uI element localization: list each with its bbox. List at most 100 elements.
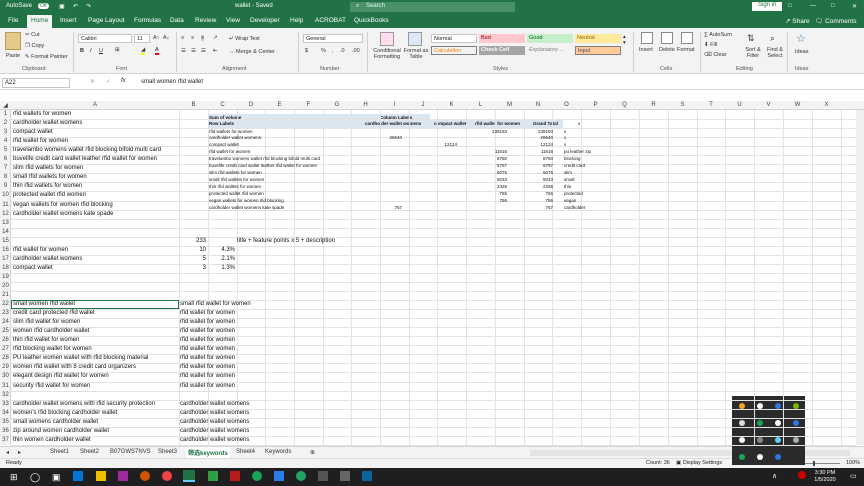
pivot-row-label[interactable]: rfid wallets for women [209,129,253,135]
increase-decimal-icon[interactable]: .0 [340,48,345,54]
sheet-nav-next-icon[interactable]: ▸ [18,449,21,456]
tray-icon[interactable] [793,437,799,443]
style-input[interactable]: Input [575,46,621,55]
delete-cells-button[interactable]: Delete [659,47,675,53]
cell-keyword-group[interactable]: small rfid wallet for women [180,301,251,308]
row-header[interactable]: 10 [0,192,11,198]
pivot-value[interactable]: 26540 [366,135,402,141]
tab-file[interactable]: File [8,17,18,24]
clock-date[interactable]: 1/5/2020 [810,477,840,483]
app-icon-4[interactable] [208,471,218,481]
align-bottom-icon[interactable]: ≡ [201,35,205,41]
cell-keyword-group[interactable]: rfid wallet for women [180,364,235,371]
sheet-nav-prev-icon[interactable]: ◂ [6,449,9,456]
name-box[interactable]: A22 [2,78,70,88]
cell-keyword-group[interactable]: rfid wallet for women [180,310,235,317]
pivot-x-tag[interactable]: x [564,142,566,148]
cell-keyword[interactable]: cardholder wallet womens [13,120,82,127]
app-icon-1[interactable] [73,471,83,481]
wrap-text-button[interactable]: ↵ Wrap Text [229,36,260,42]
tray-icon[interactable] [775,420,781,426]
column-header[interactable]: J [409,102,437,108]
row-header[interactable]: 28 [0,355,11,361]
font-color-icon[interactable]: A [155,47,159,55]
percent-icon[interactable]: % [321,48,326,54]
tray-icon[interactable] [739,420,745,426]
pivot-col-header[interactable]: Grand Total [533,121,558,127]
row-header[interactable]: 27 [0,346,11,352]
cell-keyword[interactable]: zip around women cardholder wallet [13,428,109,435]
pivot-col-header[interactable]: cardholder wallet womens [365,121,421,127]
format-cells-icon[interactable] [681,32,693,44]
pivot-row-label[interactable]: travelambo womens wallet rfid blocking b… [209,156,320,162]
add-sheet-icon[interactable]: ⊕ [310,449,315,456]
format-as-table-icon[interactable] [408,32,422,46]
cell-keyword[interactable]: small rfid wallets for women [13,174,87,181]
close-icon[interactable]: ✕ [852,3,857,10]
conditional-formatting-icon[interactable] [380,32,394,46]
cell-percent[interactable]: 4.3% [208,247,235,254]
pivot-x-tag[interactable]: cardholder [564,205,585,211]
column-header[interactable]: M [495,102,524,108]
formula-input[interactable]: small women rfid wallet [139,78,854,88]
pivot-row-label[interactable]: buvelife credit card wallet leather rfid… [209,163,317,169]
row-header[interactable]: 13 [0,220,11,226]
column-header[interactable]: R [639,102,668,108]
pivot-grand-total[interactable]: 239193 [525,129,553,135]
align-left-icon[interactable]: ☰ [181,48,186,54]
sheet-tab[interactable]: Sheet4 [236,449,255,455]
column-header[interactable]: G [323,102,351,108]
pivot-x-tag[interactable]: credit card [564,163,585,169]
minimize-icon[interactable]: — [810,3,816,9]
pivot-row-label[interactable]: compact wallet [209,142,239,148]
tray-icon[interactable] [757,437,763,443]
style-neutral[interactable]: Neutral [575,34,621,43]
cell-keyword[interactable]: thin rfid wallet for women [13,337,79,344]
tab-insert[interactable]: Insert [60,17,76,24]
pivot-grand-total[interactable]: 12124 [525,142,553,148]
pivot-value[interactable]: 767 [366,205,402,211]
save-icon[interactable]: ▣ [59,3,65,10]
delete-cells-icon[interactable] [661,32,673,44]
column-header[interactable]: X [812,102,841,108]
format-as-table-button[interactable]: Format as Table [403,48,429,60]
cell-keyword[interactable]: thin women cardholder wallet [13,437,91,444]
column-header[interactable]: F [294,102,323,108]
column-header[interactable]: C [208,102,237,108]
column-header[interactable]: L [466,102,495,108]
notifications-icon[interactable]: ▭ [850,472,857,480]
column-header[interactable]: P [581,102,610,108]
tab-help[interactable]: Help [290,17,303,24]
row-header[interactable]: 6 [0,156,11,162]
indent-icon[interactable]: ⇤ [213,48,218,54]
fill-color-icon[interactable]: ◢ [141,47,146,55]
sheet-tab[interactable]: Sheet2 [80,449,99,455]
paste-icon[interactable] [5,32,21,50]
pivot-row-label[interactable]: small rfid wallets for women [209,177,264,183]
find-select-icon[interactable]: ⌕ [770,33,775,44]
cell-keyword[interactable]: rfid wallets for women [13,111,71,118]
sheet-tab[interactable]: B07GWS7NVS [110,449,151,455]
ideas-icon[interactable]: ☆ [796,32,806,45]
cell-percent[interactable]: 1.3% [208,265,235,272]
currency-icon[interactable]: $ [305,48,308,54]
comma-icon[interactable]: , [332,48,334,54]
comments-button[interactable]: 🗨 Comments [815,17,857,25]
orientation-icon[interactable]: ↗ [213,35,218,41]
pivot-x-tag[interactable]: small [564,177,575,183]
row-header[interactable]: 25 [0,328,11,334]
style-good[interactable]: Good [527,34,573,43]
cell-keyword[interactable]: PU leather women wallet with rfid blocki… [13,355,148,362]
column-header[interactable]: D [237,102,265,108]
pivot-col-header[interactable]: rfid wallet for women [475,121,520,127]
cell-keyword-group[interactable]: cardholder wallet womens [180,419,249,426]
row-header[interactable]: 22 [0,301,11,307]
row-header[interactable]: 35 [0,419,11,425]
column-header[interactable]: S [668,102,697,108]
excel-taskbar-icon[interactable] [183,470,195,482]
row-header[interactable]: 24 [0,319,11,325]
column-header[interactable]: K [437,102,466,108]
cell-keyword[interactable]: elegant design rfid wallet for women [13,373,109,380]
cell-note[interactable]: title + feature points x 5 + description [237,238,335,245]
tray-chevron-icon[interactable]: ∧ [772,472,777,480]
